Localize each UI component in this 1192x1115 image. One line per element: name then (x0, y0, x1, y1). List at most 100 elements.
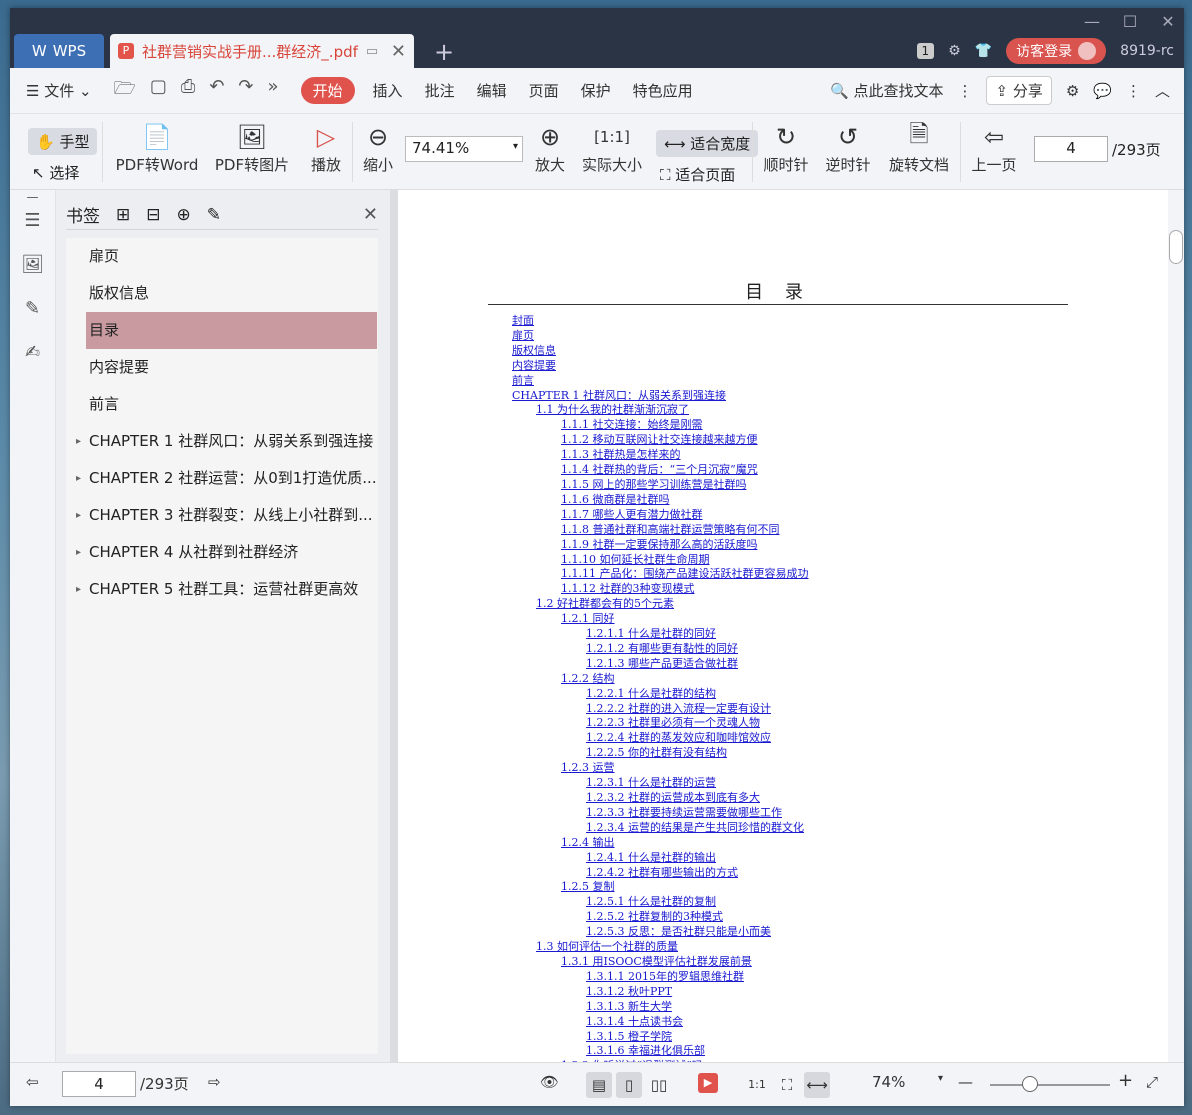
status-zoom-in-icon[interactable]: + (1118, 1070, 1133, 1091)
actual-size-button[interactable]: [1:1] 实际大小 (580, 120, 644, 175)
toc-link[interactable]: 1.3.1.6 幸福进化俱乐部 (512, 1044, 808, 1059)
toc-link[interactable]: 1.2.3.4 运营的结果是产生共同珍惜的群文化 (512, 821, 808, 836)
prev-page-button[interactable]: ⇦ 上一页 (968, 120, 1020, 175)
status-fit-width-icon[interactable]: ⟷ (804, 1072, 830, 1098)
open-icon[interactable]: 🗁 (114, 76, 136, 106)
toc-link[interactable]: 1.2.4.1 什么是社群的输出 (512, 851, 808, 866)
toc-link[interactable]: 1.2.2.5 你的社群有没有结构 (512, 746, 808, 761)
expand-all-icon[interactable]: ⊞ (116, 205, 130, 225)
toc-link[interactable]: 1.1.1 社交连接：始终是刚需 (512, 418, 808, 433)
rotate-counterclockwise-button[interactable]: ↺ 逆时针 (822, 120, 874, 175)
toc-link[interactable]: 扉页 (512, 329, 808, 344)
toc-link[interactable]: 1.1.3 社群热是怎样来的 (512, 448, 808, 463)
tab-protect[interactable]: 保护 (581, 80, 611, 101)
new-tab-button[interactable]: + (434, 38, 454, 66)
toc-link[interactable]: 1.2.1 同好 (512, 612, 808, 627)
toc-link[interactable]: 1.2.3.3 社群要持续运营需要做哪些工作 (512, 806, 808, 821)
toc-link[interactable]: 1.1.10 如何延长社群生命周期 (512, 553, 808, 568)
maximize-icon[interactable]: ☐ (1120, 12, 1140, 31)
toc-link[interactable]: 1.1.6 微商群是社群吗 (512, 493, 808, 508)
document-view[interactable]: 目 录 封面 扉页 版权信息 内容提要 前言 CHAPTER 1 社群风口：从弱关系到强连… (398, 190, 1168, 1062)
toc-link[interactable]: 1.3.1.3 新生大学 (512, 1000, 808, 1015)
toc-link[interactable]: 1.2 好社群都会有的5个元素 (512, 597, 808, 612)
minimize-icon[interactable]: — (1082, 12, 1102, 31)
toc-link[interactable]: 1.3.1.2 秋叶PPT (512, 985, 808, 1000)
bookmark-item[interactable]: 内容提要 (66, 349, 378, 386)
toc-link[interactable]: 1.1.12 社群的3种变现模式 (512, 582, 808, 597)
vertical-scrollbar[interactable] (1168, 190, 1184, 1062)
add-bookmark-icon[interactable]: ⊕ (177, 205, 191, 225)
bookmark-item[interactable]: ▸ CHAPTER 5 社群工具：运营社群更高效 (66, 571, 378, 608)
zoom-slider-knob[interactable] (1022, 1076, 1038, 1092)
tab-features[interactable]: 特色应用 (633, 80, 693, 101)
guest-login-button[interactable]: 访客登录 (1006, 38, 1107, 64)
expand-arrow-icon[interactable]: ▸ (76, 571, 81, 608)
status-zoom-out-icon[interactable]: — (958, 1073, 973, 1091)
tab-insert[interactable]: 插入 (373, 80, 403, 101)
two-page-icon[interactable]: ▯▯ (646, 1072, 672, 1098)
rotate-clockwise-button[interactable]: ↻ 顺时针 (760, 120, 812, 175)
status-page-input[interactable]: 4 (62, 1071, 136, 1097)
toc-link[interactable]: 封面 (512, 314, 808, 329)
comment-icon[interactable]: 💬 (1093, 82, 1112, 100)
tab-wps-home[interactable]: W WPS (14, 34, 104, 68)
print-icon[interactable]: ⎙ (181, 76, 195, 106)
bookmark-panel-icon[interactable]: ☰ (10, 210, 55, 254)
toc-link[interactable]: 1.2.2.3 社群里必须有一个灵魂人物 (512, 716, 808, 731)
toc-link[interactable]: 1.2.1.2 有哪些更有黏性的同好 (512, 642, 808, 657)
toc-link[interactable]: 1.3 如何评估一个社群的质量 (512, 940, 808, 955)
fit-page-button[interactable]: ⛶ 适合页面 (660, 164, 735, 185)
toc-link[interactable]: 1.2.4.2 社群有哪些输出的方式 (512, 866, 808, 881)
toc-link[interactable]: 1.1.11 产品化：围绕产品建设活跃社群更容易成功 (512, 567, 808, 582)
page-number-input[interactable]: 4 (1034, 136, 1108, 162)
tab-edit[interactable]: 编辑 (477, 80, 507, 101)
tab-start[interactable]: 开始 (300, 77, 355, 104)
rotate-document-button[interactable]: 🗎 旋转文档 (886, 120, 952, 175)
status-fit-page-icon[interactable]: ⛶ (774, 1072, 800, 1098)
fullscreen-icon[interactable]: ⤢ (1146, 1073, 1158, 1091)
toc-link[interactable]: 前言 (512, 374, 808, 389)
status-zoom-value[interactable]: 74% (872, 1073, 905, 1091)
pdf-to-word-button[interactable]: 📄 PDF转Word (114, 120, 200, 175)
bookmark-item[interactable]: 前言 (66, 386, 378, 423)
close-window-icon[interactable]: ✕ (1158, 12, 1178, 31)
shirt-icon[interactable]: 👕 (975, 43, 992, 59)
toc-link[interactable]: CHAPTER 1 社群风口：从弱关系到强连接 (512, 389, 808, 404)
toc-link[interactable]: 1.1.9 社群一定要保持那么高的活跃度吗 (512, 538, 808, 553)
toc-link[interactable]: 1.2.3.2 社群的运营成本到底有多大 (512, 791, 808, 806)
toc-link[interactable]: 1.1.8 普通社群和高端社群运营策略有何不同 (512, 523, 808, 538)
select-tool-button[interactable]: ↖ 选择 (32, 162, 79, 183)
play-button[interactable]: ▷ 播放 (306, 120, 346, 175)
status-play-icon[interactable]: ▶ (698, 1073, 718, 1093)
bookmark-item[interactable]: 版权信息 (66, 275, 378, 312)
continuous-view-icon[interactable]: ▤ (586, 1072, 612, 1098)
toc-link[interactable]: 1.1.7 哪些人更有潜力做社群 (512, 508, 808, 523)
bookmark-item[interactable]: ▸ CHAPTER 3 社群裂变：从线上小社群到... (66, 497, 378, 534)
toc-link[interactable]: 1.2.1.3 哪些产品更适合做社群 (512, 657, 808, 672)
redo-icon[interactable]: ↷ (238, 76, 253, 106)
monitor-icon[interactable]: ▭ (366, 44, 378, 59)
undo-icon[interactable]: ↶ (209, 76, 224, 106)
bookmark-item[interactable]: 目录 (86, 312, 377, 349)
bookmark-item[interactable]: ▸ CHAPTER 2 社群运营：从0到1打造优质... (66, 460, 378, 497)
fit-width-button[interactable]: ⟷ 适合宽度 (656, 130, 759, 157)
toc-link[interactable]: 1.2.5 复制 (512, 880, 808, 895)
bookmark-item[interactable]: 扉页 (66, 238, 378, 275)
annotation-icon[interactable]: ✎ (10, 298, 55, 342)
toc-link[interactable]: 1.2.5.1 什么是社群的复制 (512, 895, 808, 910)
thumbnail-icon[interactable]: 🖼 (10, 254, 55, 298)
bookmark-item[interactable]: ▸ CHAPTER 4 从社群到社群经济 (66, 534, 378, 571)
toc-link[interactable]: 1.2.2 结构 (512, 672, 808, 687)
pdf-to-image-button[interactable]: 🖼 PDF转图片 (214, 120, 290, 175)
kebab-icon[interactable]: ⋮ (957, 82, 972, 100)
scrollbar-thumb[interactable] (1169, 230, 1183, 264)
toc-link[interactable]: 版权信息 (512, 344, 808, 359)
toc-link[interactable]: 1.2.5.2 社群复制的3种模式 (512, 910, 808, 925)
toc-link[interactable]: 1.2.2.2 社群的进入流程一定要有设计 (512, 702, 808, 717)
signature-icon[interactable]: ✍ (10, 342, 55, 386)
toc-link[interactable]: 1.1 为什么我的社群渐渐沉寂了 (512, 403, 808, 418)
toc-link[interactable]: 1.1.4 社群热的背后：“三个月沉寂”魔咒 (512, 463, 808, 478)
save-icon[interactable]: ▢ (150, 76, 167, 106)
tab-page[interactable]: 页面 (529, 80, 559, 101)
single-page-icon[interactable]: ▯ (616, 1072, 642, 1098)
